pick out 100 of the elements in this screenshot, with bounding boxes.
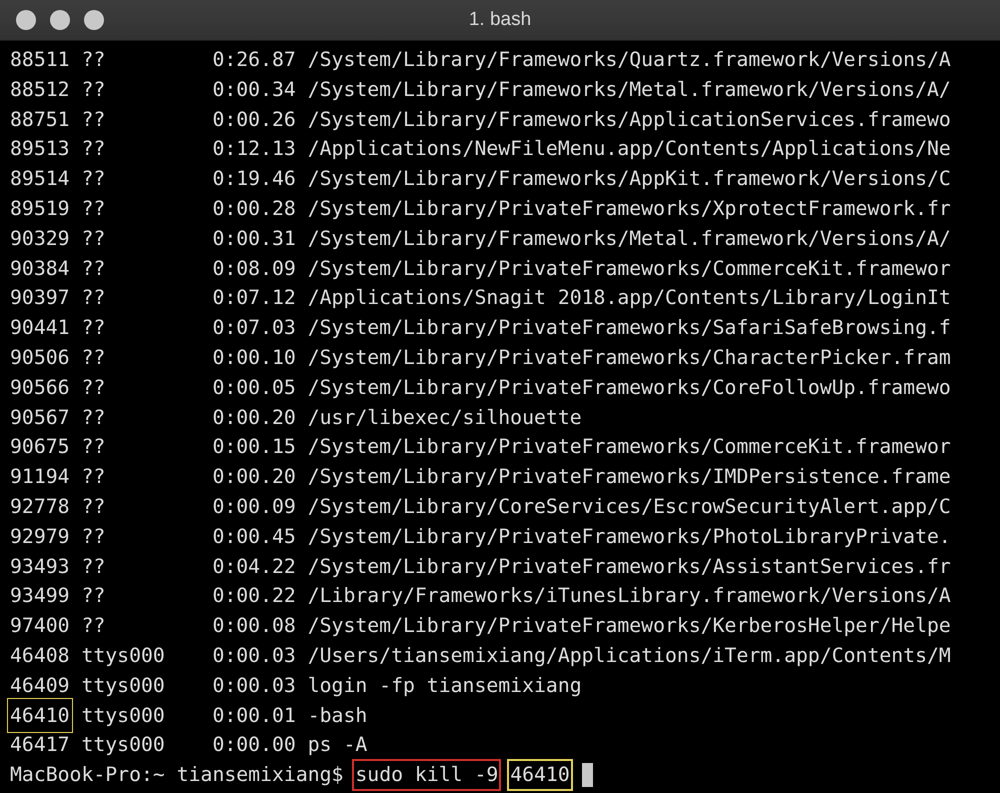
terminal-name: ?? (81, 494, 106, 520)
cpu-time: 0:07.12 (212, 285, 297, 312)
process-id: 46408 (10, 642, 70, 669)
cpu-time: 0:04.22 (212, 554, 297, 580)
process-command: -bash (308, 702, 368, 729)
cpu-time: 0:00.34 (212, 76, 297, 103)
process-command: /System/Library/PrivateFrameworks/KerberosHelper/Helpe (308, 613, 951, 640)
process-id: 89519 (10, 196, 70, 222)
process-id: 93493 (10, 554, 70, 580)
process-id: 46409 (10, 672, 70, 699)
process-command: ps -A (308, 732, 368, 758)
process-command: /System/Library/Frameworks/Metal.framework/Versions/A/ (308, 76, 951, 103)
terminal-name: ?? (81, 196, 106, 222)
process-id: 90567 (10, 404, 70, 431)
cpu-time: 0:00.20 (212, 464, 297, 490)
process-command: /Users/tiansemixiang/Applications/iTerm.app/Contents/M (308, 642, 951, 669)
process-command: /System/Library/PrivateFrameworks/AssistantServices.fr (308, 554, 951, 580)
typed-command: 46410 (510, 762, 570, 788)
terminal-name: ttys000 (81, 642, 166, 669)
window-title: 1. bash (468, 9, 532, 31)
cpu-time: 0:00.09 (212, 494, 297, 520)
cpu-time: 0:00.03 (212, 672, 297, 699)
terminal-name: ?? (81, 524, 106, 550)
terminal-name: ?? (81, 315, 106, 342)
cpu-time: 0:08.09 (212, 256, 297, 282)
terminal-name: ttys000 (81, 702, 166, 729)
terminal-name: ?? (81, 374, 106, 401)
process-id: 89513 (10, 136, 70, 162)
terminal-name: ?? (81, 285, 106, 312)
typed-command: sudo kill -9 (355, 762, 498, 788)
cpu-time: 0:00.22 (212, 583, 297, 610)
process-id: 93499 (10, 583, 70, 610)
process-id: 90329 (10, 226, 70, 252)
process-id: 90566 (10, 374, 70, 401)
process-command: login -fp tiansemixiang (308, 672, 582, 699)
cpu-time: 0:00.31 (212, 226, 297, 252)
terminal-name: ?? (81, 344, 106, 371)
process-id: 97400 (10, 613, 70, 640)
process-id: 90441 (10, 315, 70, 342)
process-command: /Applications/NewFileMenu.app/Contents/Applications/Ne (308, 136, 951, 162)
process-id: 46417 (10, 732, 70, 758)
process-id: 91194 (10, 464, 70, 490)
cpu-time: 0:00.28 (212, 196, 297, 222)
terminal-name: ?? (81, 166, 106, 192)
process-command: /System/Library/PrivateFrameworks/CommerceKit.framewor (308, 256, 951, 282)
cpu-time: 0:00.20 (212, 404, 297, 431)
terminal-name: ?? (81, 136, 106, 162)
terminal-name: ?? (81, 226, 106, 252)
cpu-time: 0:00.08 (212, 613, 297, 640)
process-id: 90384 (10, 256, 70, 282)
process-id: 88512 (10, 76, 70, 103)
process-command: /System/Library/PrivateFrameworks/CharacterPicker.fram (308, 344, 951, 371)
process-id: 46410 (10, 700, 70, 730)
cpu-time: 0:00.00 (212, 732, 297, 758)
process-command: /System/Library/Frameworks/Quartz.framework/Versions/A (308, 47, 951, 73)
process-command: /System/Library/Frameworks/Metal.framework/Versions/A/ (308, 226, 951, 252)
process-id: 89514 (10, 166, 70, 192)
cpu-time: 0:00.03 (212, 642, 297, 669)
cpu-time: 0:19.46 (212, 166, 297, 192)
process-command: /System/Library/PrivateFrameworks/IMDPersistence.frame (308, 464, 951, 490)
terminal-name: ?? (81, 47, 106, 73)
process-command: /System/Library/PrivateFrameworks/SafariSafeBrowsing.f (308, 315, 951, 342)
cpu-time: 0:00.01 (212, 702, 297, 729)
process-id: 88751 (10, 106, 70, 133)
terminal-name: ttys000 (81, 732, 166, 758)
process-command: /System/Library/PrivateFrameworks/CommerceKit.framewor (308, 434, 951, 460)
process-id: 90397 (10, 285, 70, 312)
terminal-name: ?? (81, 583, 106, 610)
process-id: 90675 (10, 434, 70, 460)
cpu-time: 0:00.15 (212, 434, 297, 460)
process-command: /System/Library/PrivateFrameworks/XprotectFramework.fr (308, 196, 951, 222)
terminal-name: ?? (81, 464, 106, 490)
terminal-name: ?? (81, 76, 106, 103)
process-command: /System/Library/PrivateFrameworks/PhotoLibraryPrivate. (308, 524, 951, 550)
terminal-name: ?? (81, 106, 106, 133)
cpu-time: 0:00.10 (212, 344, 297, 371)
process-command: /Library/Frameworks/iTunesLibrary.framework/Versions/A (308, 583, 951, 610)
terminal-name: ?? (81, 434, 106, 460)
process-id: 88511 (10, 47, 70, 73)
cpu-time: 0:00.26 (212, 106, 297, 133)
terminal-name: ttys000 (81, 672, 166, 699)
process-id: 92979 (10, 524, 70, 550)
cpu-time: 0:26.87 (212, 47, 297, 73)
cpu-time: 0:07.03 (212, 315, 297, 342)
process-command: /usr/libexec/silhouette (308, 404, 582, 431)
cpu-time: 0:00.45 (212, 524, 297, 550)
process-command: /System/Library/Frameworks/AppKit.framework/Versions/C (308, 166, 951, 192)
terminal-name: ?? (81, 256, 106, 282)
terminal-name: ?? (81, 404, 106, 431)
shell-prompt: MacBook-Pro:~ tiansemixiang$ (10, 762, 344, 788)
cpu-time: 0:12.13 (212, 136, 297, 162)
terminal-name: ?? (81, 554, 106, 580)
close-button[interactable] (16, 10, 36, 30)
process-command: /System/Library/PrivateFrameworks/CoreFollowUp.framewo (308, 374, 951, 401)
terminal-name: ?? (81, 613, 106, 640)
minimize-button[interactable] (50, 10, 70, 30)
process-command: /Applications/Snagit 2018.app/Contents/Library/LoginIt (308, 285, 951, 312)
zoom-button[interactable] (84, 10, 104, 30)
process-id: 92778 (10, 494, 70, 520)
process-id: 90506 (10, 344, 70, 371)
